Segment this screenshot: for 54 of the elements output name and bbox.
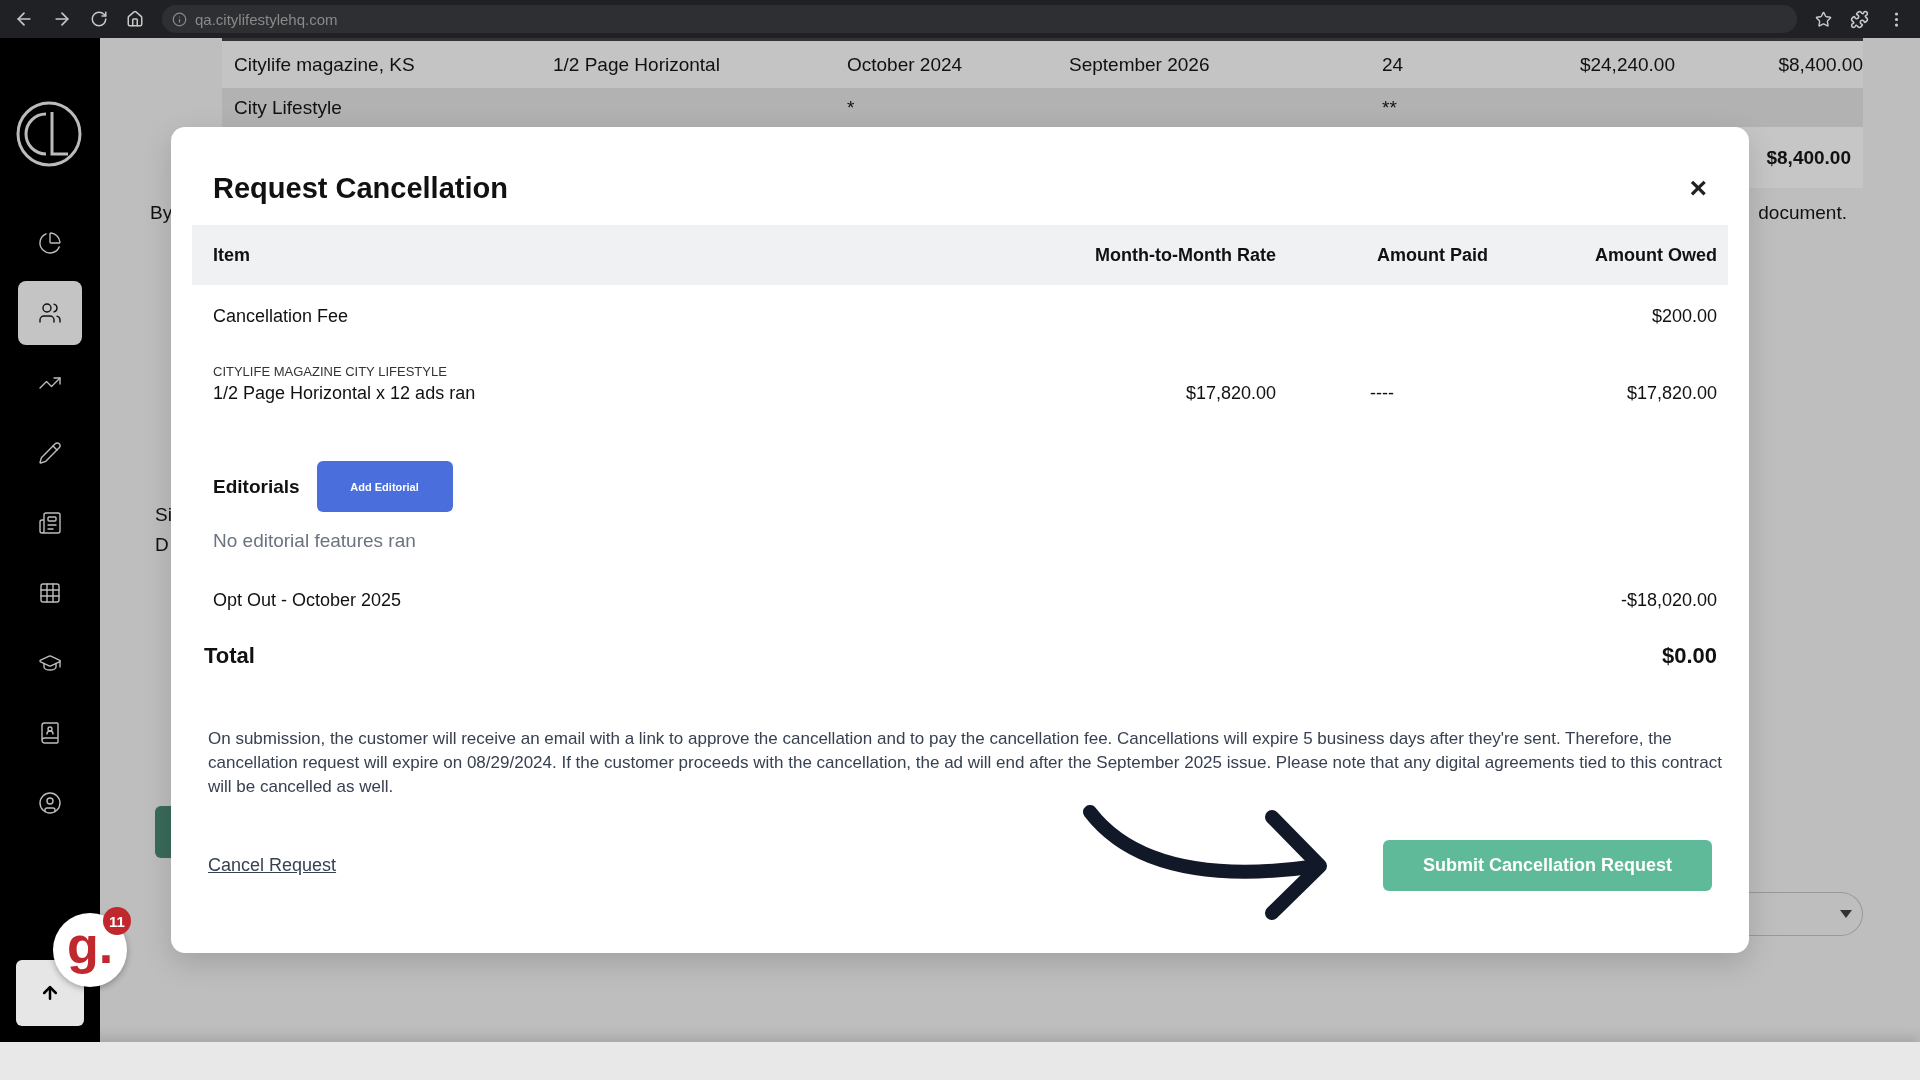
column-header: Amount Paid xyxy=(1376,244,1488,266)
text-fragment: document. xyxy=(1758,202,1847,224)
column-header: Item xyxy=(213,244,251,266)
people-icon xyxy=(38,301,62,325)
table-cell-text: October 2024 xyxy=(847,53,964,76)
table-cell-text: $8,400.00 xyxy=(1777,53,1863,76)
text-fragment: By xyxy=(150,202,173,224)
table-cell-text: $24,240.00 xyxy=(1578,53,1675,76)
url-text: qa.citylifestylehq.com xyxy=(195,10,338,28)
total-amount: $8,400.00 xyxy=(1766,146,1851,169)
editorials-label: Editorials xyxy=(213,475,300,498)
pie-chart-icon xyxy=(38,231,62,255)
caret-icon xyxy=(1840,910,1852,918)
total-label: Total xyxy=(204,643,255,669)
extensions-icon[interactable] xyxy=(1850,9,1869,29)
cancel-request-link[interactable]: Cancel Request xyxy=(208,855,337,876)
home-icon[interactable] xyxy=(126,10,144,28)
paid-cell-text: ---- xyxy=(1369,383,1395,404)
info-icon[interactable] xyxy=(172,11,187,27)
table-cell-text: September 2026 xyxy=(1069,53,1211,76)
text-fragment: D xyxy=(155,534,169,556)
item-name: Cancellation Fee xyxy=(213,306,350,327)
pencil-icon xyxy=(38,441,62,465)
opt-out-label: Opt Out - October 2025 xyxy=(213,590,402,611)
user-circle-icon xyxy=(38,791,62,815)
column-header: Month-to-Month Rate xyxy=(1094,244,1276,266)
close-button[interactable]: × xyxy=(1689,173,1707,203)
item-category: CITYLIFE MAGAZINE CITY LIFESTYLE xyxy=(213,364,448,379)
rate-cell-text: $17,820.00 xyxy=(1184,383,1276,404)
opt-out-amount: -$18,020.00 xyxy=(1620,590,1717,611)
address-bar[interactable]: qa.citylifestylehq.com xyxy=(162,5,1797,33)
owed-cell-text: $200.00 xyxy=(1650,306,1717,327)
table-cell-text: 24 xyxy=(1382,53,1405,76)
column-header: Amount Owed xyxy=(1594,244,1717,266)
table-cell-text: City Lifestyle xyxy=(234,96,343,119)
empty-message: No editorial features ran xyxy=(212,529,417,552)
text-fragment: Si xyxy=(155,504,172,526)
table-cell-text: * xyxy=(847,96,856,119)
newspaper-icon xyxy=(38,511,62,535)
modal-title: Request Cancellation xyxy=(213,171,508,205)
add-editorial-button[interactable]: Add Editorial xyxy=(316,461,453,512)
nav-item[interactable] xyxy=(18,281,82,345)
table-cell-text: Citylife magazine, KS xyxy=(234,53,416,76)
contact-book-icon xyxy=(38,721,62,745)
total-amount: $0.00 xyxy=(1661,643,1717,669)
owed-cell-text: $17,820.00 xyxy=(1625,383,1717,404)
submission-note: On submission, the customer will receive an email with a link to approve the cancellation and to pay the cancellation fee. Cancellations will expire 5 business days after they're sent. Therefore, the cancellation request will expire on 08/29/2024. If the customer proceeds with the cancellation, the ad will end after the September 2025 issue. Please note that any digital agreements tied to this contract will be cancelled as well. xyxy=(208,728,1723,798)
table-cell-text: 1/2 Page Horizontal xyxy=(553,53,721,76)
grid-icon xyxy=(38,581,62,605)
reload-icon[interactable] xyxy=(90,10,108,28)
bookmark-star-icon[interactable] xyxy=(1815,10,1832,28)
table-cell-text: ** xyxy=(1382,96,1398,119)
item-name: 1/2 Page Horizontal x 12 ads ran xyxy=(213,383,477,404)
arrow-up-icon xyxy=(40,983,60,1003)
